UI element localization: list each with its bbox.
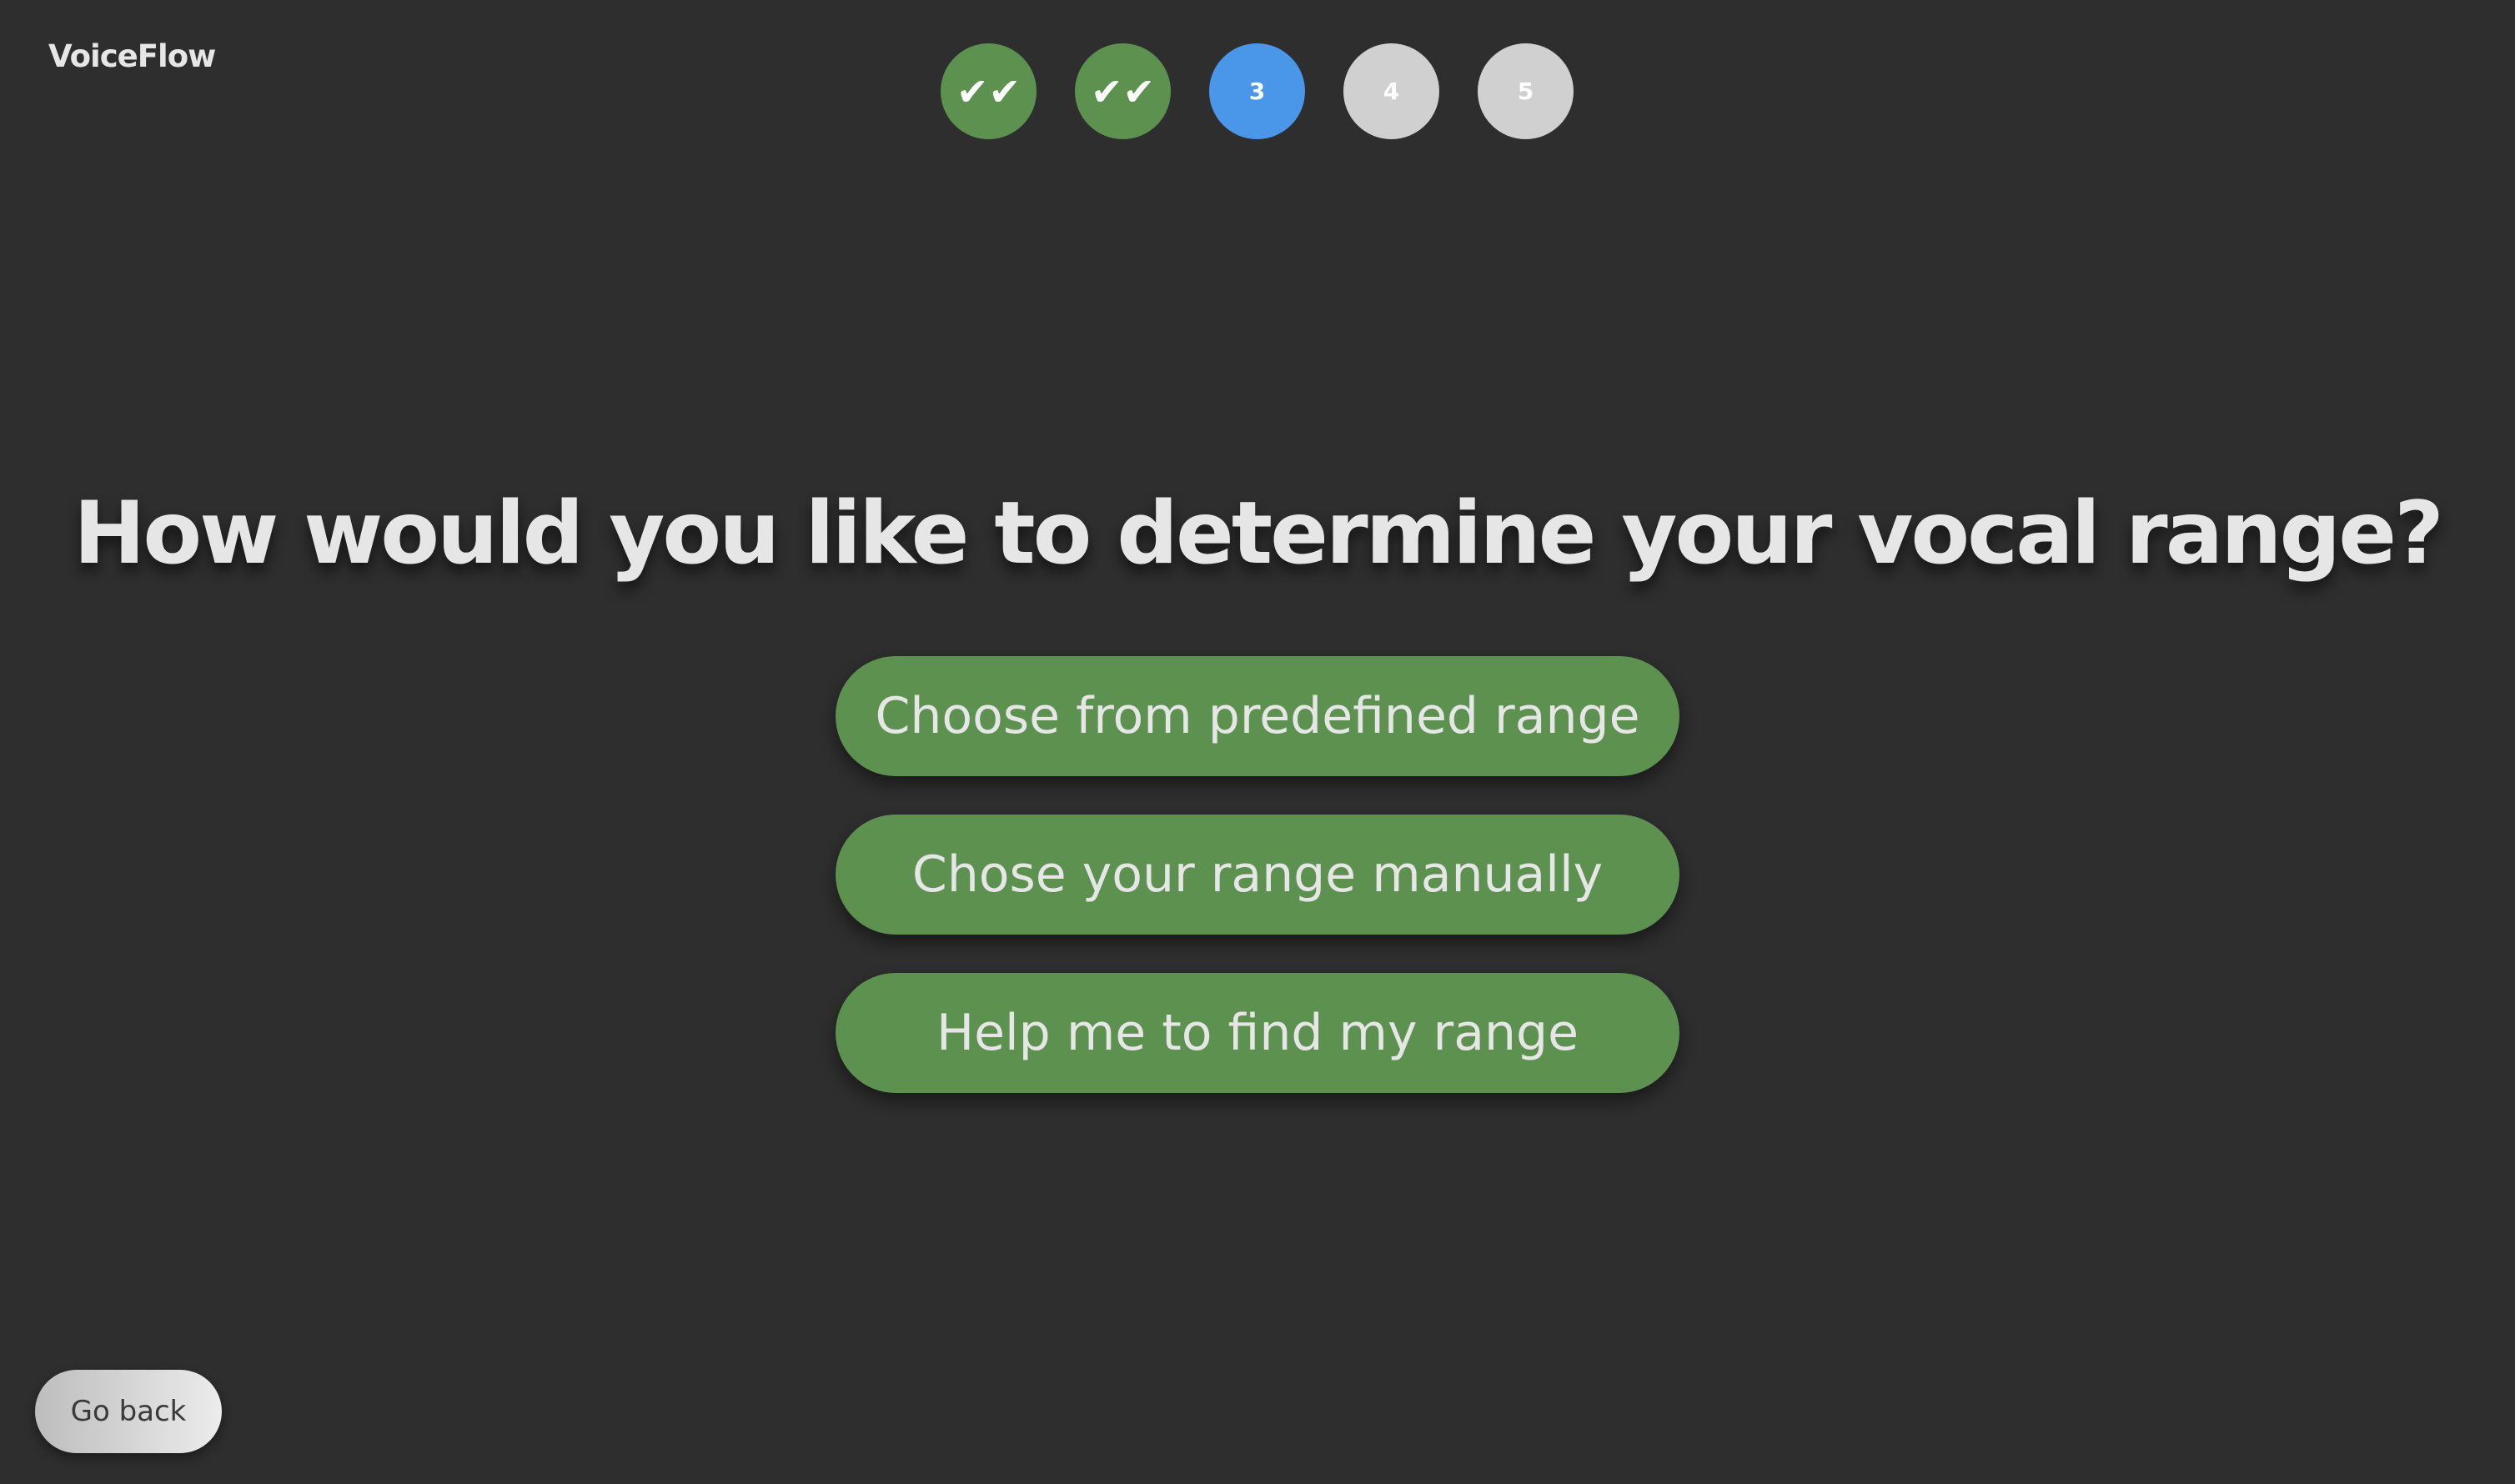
find-range-button[interactable]: Help me to find my range xyxy=(836,973,1679,1093)
predefined-range-button[interactable]: Choose from predefined range xyxy=(836,656,1679,776)
range-options-list: Choose from predefined range Chose your … xyxy=(836,656,1679,1093)
step-3-current: 3 xyxy=(1209,43,1305,139)
step-5-pending: 5 xyxy=(1478,43,1574,139)
progress-stepper: ✔✔ ✔✔ 3 4 5 xyxy=(941,43,1574,139)
go-back-button[interactable]: Go back xyxy=(35,1370,222,1453)
app-logo: VoiceFlow xyxy=(48,38,216,74)
step-1-completed: ✔✔ xyxy=(941,43,1037,139)
step-2-completed: ✔✔ xyxy=(1075,43,1171,139)
manual-range-button[interactable]: Chose your range manually xyxy=(836,815,1679,935)
page-question-heading: How would you like to determine your voc… xyxy=(73,484,2444,584)
step-4-pending: 4 xyxy=(1343,43,1439,139)
